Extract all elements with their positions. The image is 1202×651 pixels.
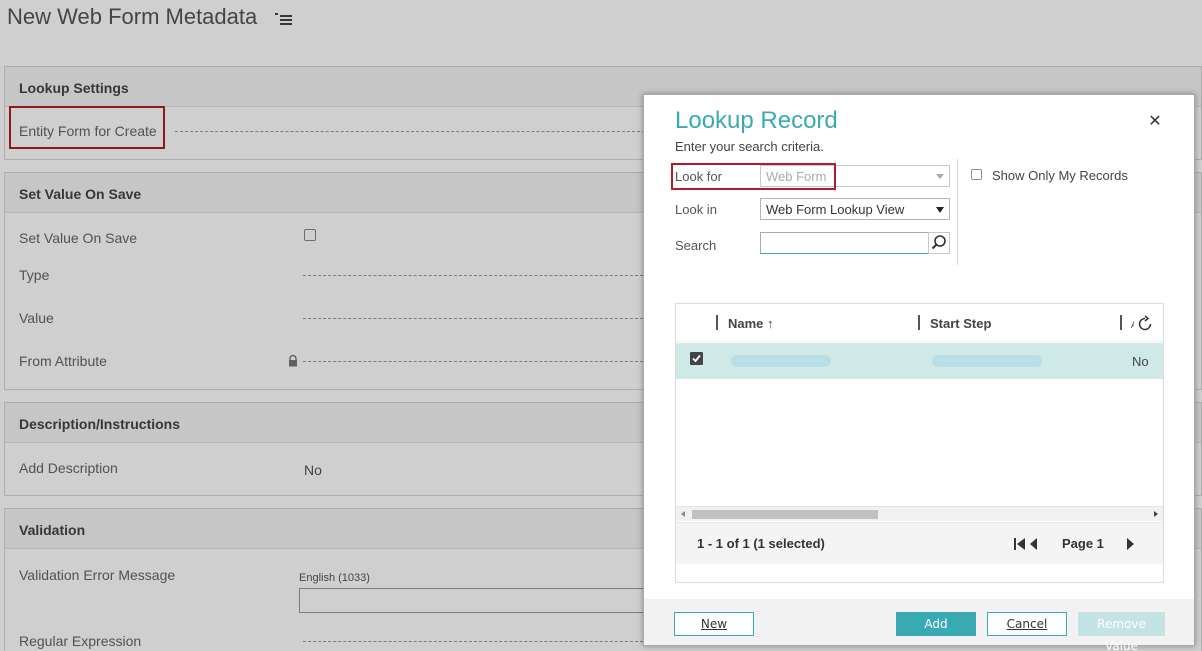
show-only-my-records-checkbox[interactable] (971, 169, 982, 180)
scroll-right-icon[interactable] (1154, 511, 1158, 517)
row-value: No (1132, 354, 1149, 369)
chevron-down-icon (936, 174, 944, 179)
search-button[interactable] (928, 232, 950, 254)
column-separator (1120, 315, 1122, 330)
close-icon[interactable]: ✕ (1146, 113, 1164, 131)
new-button[interactable]: New (674, 612, 754, 636)
chevron-down-icon (936, 207, 944, 213)
show-only-my-records-label: Show Only My Records (992, 168, 1128, 183)
row-checkbox[interactable] (690, 352, 703, 365)
grid-pager: 1 - 1 of 1 (1 selected) Page 1 (676, 522, 1163, 564)
table-row[interactable]: No (676, 343, 1163, 379)
column-separator (918, 315, 920, 330)
horizontal-scrollbar[interactable] (676, 506, 1163, 521)
name-link-blurred[interactable] (731, 355, 831, 367)
column-header-start-step[interactable]: Start Step (930, 316, 991, 331)
record-count-status: 1 - 1 of 1 (1 selected) (697, 536, 825, 551)
next-page-icon[interactable] (1125, 537, 1135, 551)
look-in-value: Web Form Lookup View (766, 202, 905, 217)
refresh-icon[interactable] (1136, 315, 1154, 333)
column-header-truncated[interactable]: A (1131, 320, 1134, 330)
remove-value-button[interactable]: Remove Value (1078, 612, 1165, 651)
first-page-icon[interactable] (1013, 537, 1027, 551)
divider (957, 159, 958, 265)
lookup-record-dialog: Lookup Record Enter your search criteria… (643, 94, 1195, 651)
look-in-label: Look in (675, 202, 717, 217)
scroll-left-icon[interactable] (681, 511, 685, 517)
highlight-box (671, 163, 836, 190)
grid-header: Name ↑ Start Step A (676, 304, 1163, 342)
dialog-footer: New Add Cancel Remove Value (644, 599, 1194, 651)
look-in-select[interactable]: Web Form Lookup View (760, 198, 950, 220)
dialog-title: Lookup Record (675, 107, 838, 134)
search-icon (931, 235, 946, 250)
add-button[interactable]: Add (896, 612, 976, 636)
page-number: Page 1 (1062, 536, 1104, 551)
cancel-button[interactable]: Cancel (987, 612, 1067, 636)
search-label: Search (675, 238, 717, 253)
column-header-name[interactable]: Name ↑ (728, 316, 774, 331)
column-separator (716, 315, 718, 330)
results-grid: Name ↑ Start Step A No (675, 303, 1164, 583)
scrollbar-thumb[interactable] (692, 510, 878, 519)
dialog-subtitle: Enter your search criteria. (675, 139, 824, 154)
search-input[interactable] (760, 232, 929, 254)
previous-page-icon[interactable] (1029, 537, 1039, 551)
checkmark-icon (692, 354, 701, 363)
start-step-link-blurred[interactable] (932, 355, 1042, 367)
